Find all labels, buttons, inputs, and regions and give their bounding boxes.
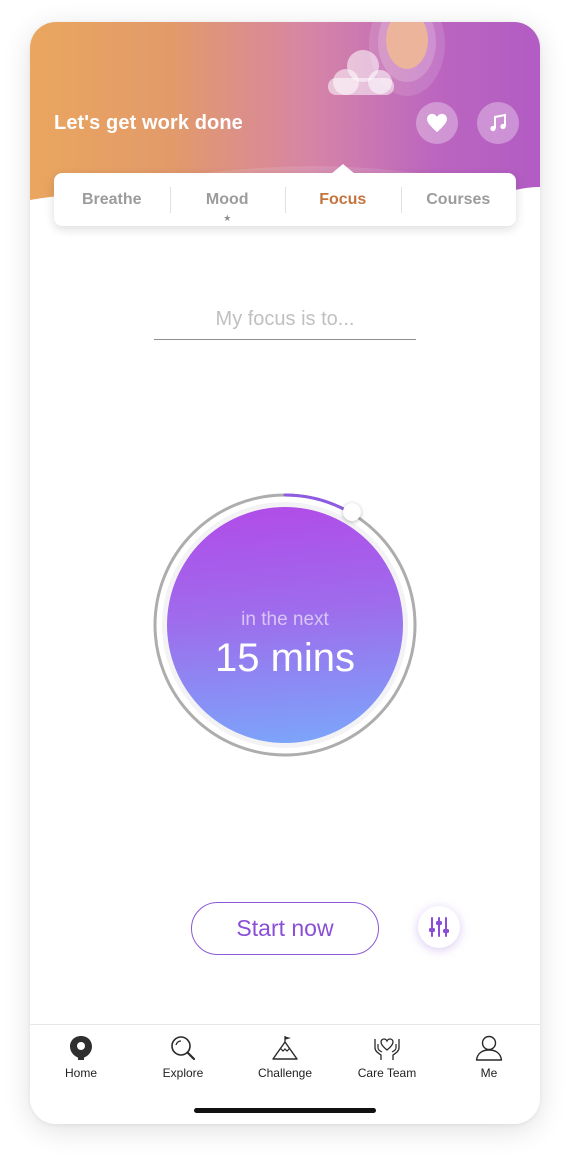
timer-caption: in the next bbox=[241, 609, 329, 630]
tab-label: Breathe bbox=[81, 190, 142, 208]
nav-label: Home bbox=[64, 1066, 97, 1080]
tab-breathe[interactable]: Breathe bbox=[54, 173, 170, 226]
mountain-flag-icon bbox=[272, 1036, 298, 1060]
tab-label: Focus bbox=[319, 190, 367, 208]
focus-timer-dial[interactable]: in the next 15 mins bbox=[153, 493, 417, 757]
nav-label: Explore bbox=[162, 1066, 204, 1080]
user-icon bbox=[475, 1035, 503, 1061]
nav-home[interactable]: Home bbox=[30, 1033, 132, 1080]
tab-label: Mood bbox=[205, 190, 249, 208]
tab-mood[interactable]: Mood ★ bbox=[169, 173, 286, 226]
sliders-icon bbox=[429, 917, 449, 937]
tab-courses[interactable]: Courses bbox=[400, 173, 517, 226]
heart-hands-icon bbox=[374, 1038, 400, 1060]
start-now-button[interactable]: Start now bbox=[191, 902, 379, 955]
home-indicator bbox=[194, 1108, 376, 1113]
nav-me[interactable]: Me bbox=[438, 1033, 540, 1080]
music-note-icon bbox=[490, 113, 506, 132]
tab-focus[interactable]: Focus bbox=[285, 164, 401, 226]
page-title: Let's get work done bbox=[54, 112, 243, 134]
tab-bar: Breathe Mood ★ Focus Courses bbox=[54, 164, 517, 226]
active-tab-pointer bbox=[330, 164, 355, 174]
timer-duration: 15 mins bbox=[214, 636, 356, 680]
favorite-button[interactable] bbox=[416, 102, 458, 144]
timer-settings-button[interactable] bbox=[418, 906, 460, 948]
focus-input[interactable] bbox=[154, 300, 416, 340]
nav-label: Me bbox=[480, 1066, 498, 1080]
app-screen: Let's get work done Breathe Mood ★ Focus bbox=[30, 22, 540, 1124]
nav-challenge[interactable]: Challenge bbox=[234, 1033, 336, 1080]
nav-label: Care Team bbox=[357, 1066, 417, 1080]
search-icon bbox=[171, 1036, 196, 1061]
tab-label: Courses bbox=[426, 190, 491, 208]
star-icon: ★ bbox=[223, 213, 232, 223]
heart-icon bbox=[427, 113, 447, 133]
music-button[interactable] bbox=[477, 102, 519, 144]
nav-label: Challenge bbox=[257, 1066, 313, 1080]
timer-drag-handle[interactable] bbox=[343, 503, 361, 521]
nav-explore[interactable]: Explore bbox=[132, 1033, 234, 1080]
nav-care-team[interactable]: Care Team bbox=[336, 1033, 438, 1080]
home-icon bbox=[70, 1036, 92, 1060]
